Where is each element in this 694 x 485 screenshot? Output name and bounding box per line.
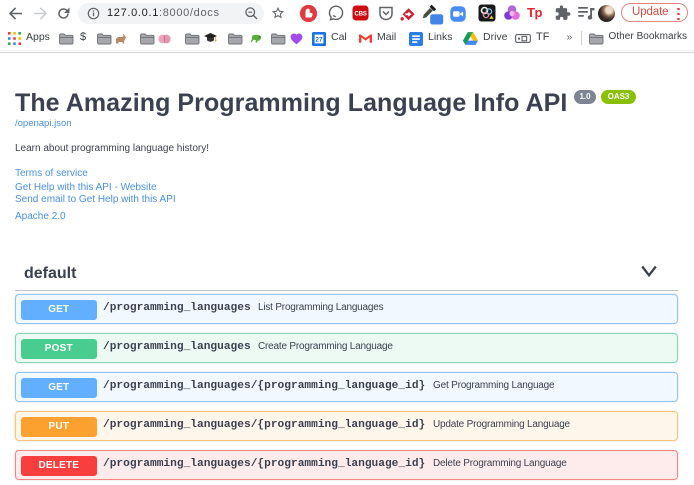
svg-text:CBS: CBS (354, 10, 366, 17)
svg-text:27: 27 (315, 37, 323, 44)
